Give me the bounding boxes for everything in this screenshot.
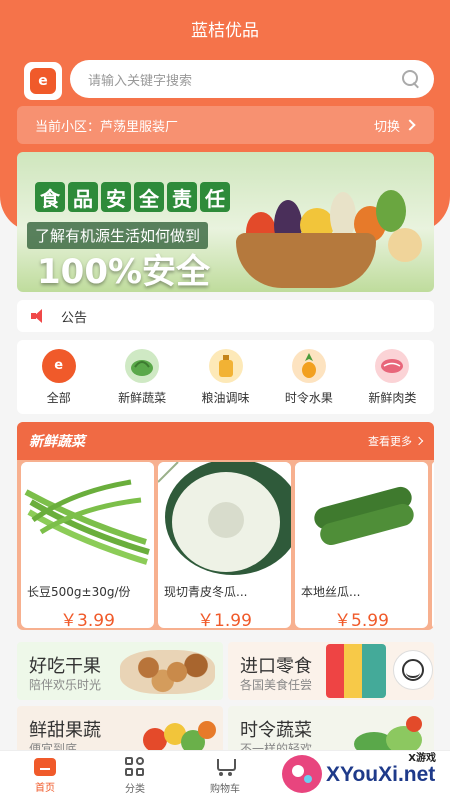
- tab-label: 首页: [35, 782, 55, 794]
- promo-title: 进口零食: [240, 656, 312, 677]
- product-name: 长豆500g±30g/份: [27, 585, 131, 599]
- app-title-bar: 蓝桔优品: [0, 0, 450, 56]
- tab-label: 购物车: [210, 783, 240, 795]
- store-bag-icon: e: [41, 348, 76, 383]
- product-price: ￥1.99: [197, 611, 252, 628]
- category-label: 新鲜肉类: [368, 390, 417, 405]
- category-item-fruit[interactable]: 时令水果: [267, 340, 350, 414]
- watermark-small-text: X游戏: [408, 753, 436, 764]
- announcement-label: 公告: [61, 310, 88, 326]
- oil-bottle-icon: [208, 348, 243, 383]
- promo-banner[interactable]: 食 品 安 全 责 任 了解有机源生活如何做到 100%安全: [17, 152, 434, 292]
- vegetable-basket-image: [226, 182, 426, 292]
- app-logo[interactable]: e: [24, 62, 62, 100]
- product-card[interactable]: 本地丝瓜... ￥5.99: [295, 462, 428, 628]
- see-more-label: 查看更多: [368, 435, 412, 448]
- banner-headline-char: 全: [134, 182, 164, 212]
- product-name: 本地丝瓜...: [301, 585, 361, 599]
- headset-icon: [402, 659, 424, 681]
- search-input[interactable]: 请输入关键字搜索: [70, 60, 434, 98]
- banner-big-text: 100%安全: [37, 252, 211, 292]
- search-placeholder: 请输入关键字搜索: [88, 73, 193, 89]
- promo-title: 时令蔬菜: [240, 720, 312, 741]
- product-name: 现切青皮冬瓜...: [164, 585, 248, 599]
- product-card[interactable]: 长豆500g±30g/份 ￥3.99: [21, 462, 154, 628]
- site-watermark: X游戏 XYouXi.net: [282, 745, 450, 800]
- category-label: 粮油调味: [201, 390, 250, 405]
- switch-community-button[interactable]: 切换: [373, 116, 416, 135]
- promo-dried-fruits[interactable]: 好吃干果 陪伴欢乐时光: [17, 642, 223, 700]
- watermark-logo-icon: [282, 755, 322, 793]
- store-bag-icon: e: [30, 68, 56, 94]
- banner-headline-char: 安: [101, 182, 131, 212]
- product-card[interactable]: 现切青皮冬瓜... ￥1.99: [158, 462, 291, 628]
- category-item-vegetables[interactable]: 新鲜蔬菜: [100, 340, 183, 414]
- pineapple-icon: [291, 348, 326, 383]
- product-price: ￥3.99: [60, 611, 115, 628]
- section-title: 新鲜蔬菜: [29, 434, 85, 450]
- product-carousel[interactable]: 长豆500g±30g/份 ￥3.99 现切青皮冬瓜... ￥1.99 本地丝瓜.…: [21, 462, 434, 628]
- see-more-link[interactable]: 查看更多: [368, 433, 424, 449]
- winter-melon-icon: [158, 462, 291, 577]
- community-selector[interactable]: 当前小区：芦荡里服装厂 切换: [17, 106, 434, 144]
- customer-service-button[interactable]: [393, 650, 433, 690]
- banner-headline-char: 责: [167, 182, 197, 212]
- speaker-icon: [31, 309, 49, 323]
- long-bean-icon: [21, 462, 154, 577]
- chevron-right-icon: [404, 119, 416, 131]
- app-title: 蓝桔优品: [191, 20, 259, 41]
- section-header: 新鲜蔬菜 查看更多: [17, 422, 434, 460]
- promo-title: 好吃干果: [29, 656, 101, 677]
- category-label: 新鲜蔬菜: [118, 390, 167, 405]
- category-grid-icon: [125, 756, 145, 777]
- tab-home[interactable]: 首页: [0, 751, 90, 800]
- watermark-big-text: XYouXi.net: [326, 763, 436, 786]
- community-label: 当前小区：芦荡里服装厂: [35, 119, 179, 135]
- chevron-right-icon: [414, 436, 424, 446]
- promo-subtitle: 各国美食任尝: [240, 678, 313, 692]
- cart-icon: [214, 757, 236, 777]
- meat-icon: [375, 348, 410, 383]
- vegetable-icon: [125, 348, 160, 383]
- product-price: ￥5.99: [334, 611, 389, 628]
- fresh-vegetables-section: 新鲜蔬菜 查看更多 长豆500g±30g/份 ￥3.99 现切青皮冬瓜... ￥…: [17, 422, 434, 630]
- search-icon[interactable]: [402, 70, 420, 88]
- announcement-bar[interactable]: 公告: [17, 300, 434, 332]
- home-icon: [34, 757, 56, 776]
- promo-title: 鲜甜果蔬: [29, 720, 101, 741]
- banner-headline: 食 品 安 全 责 任: [35, 182, 230, 212]
- product-card-partial[interactable]: [432, 462, 434, 628]
- tab-category[interactable]: 分类: [90, 751, 180, 800]
- banner-headline-char: 食: [35, 182, 65, 212]
- banner-headline-char: 品: [68, 182, 98, 212]
- category-label: 全部: [46, 390, 71, 405]
- category-item-meat[interactable]: 新鲜肉类: [351, 340, 434, 414]
- search-row: e 请输入关键字搜索: [0, 58, 450, 102]
- category-item-grain-oil[interactable]: 粮油调味: [184, 340, 267, 414]
- snacks-image: [326, 644, 386, 698]
- promo-subtitle: 陪伴欢乐时光: [29, 678, 102, 692]
- category-nav: e 全部 新鲜蔬菜 粮油调味 时令水果 新鲜肉类: [17, 340, 434, 414]
- loofah-icon: [295, 462, 428, 577]
- switch-label: 切换: [373, 119, 400, 135]
- nuts-image: [120, 650, 215, 694]
- tab-cart[interactable]: 购物车: [180, 751, 270, 800]
- category-label: 时令水果: [284, 390, 333, 405]
- tab-label: 分类: [125, 783, 145, 795]
- category-item-all[interactable]: e 全部: [17, 340, 100, 414]
